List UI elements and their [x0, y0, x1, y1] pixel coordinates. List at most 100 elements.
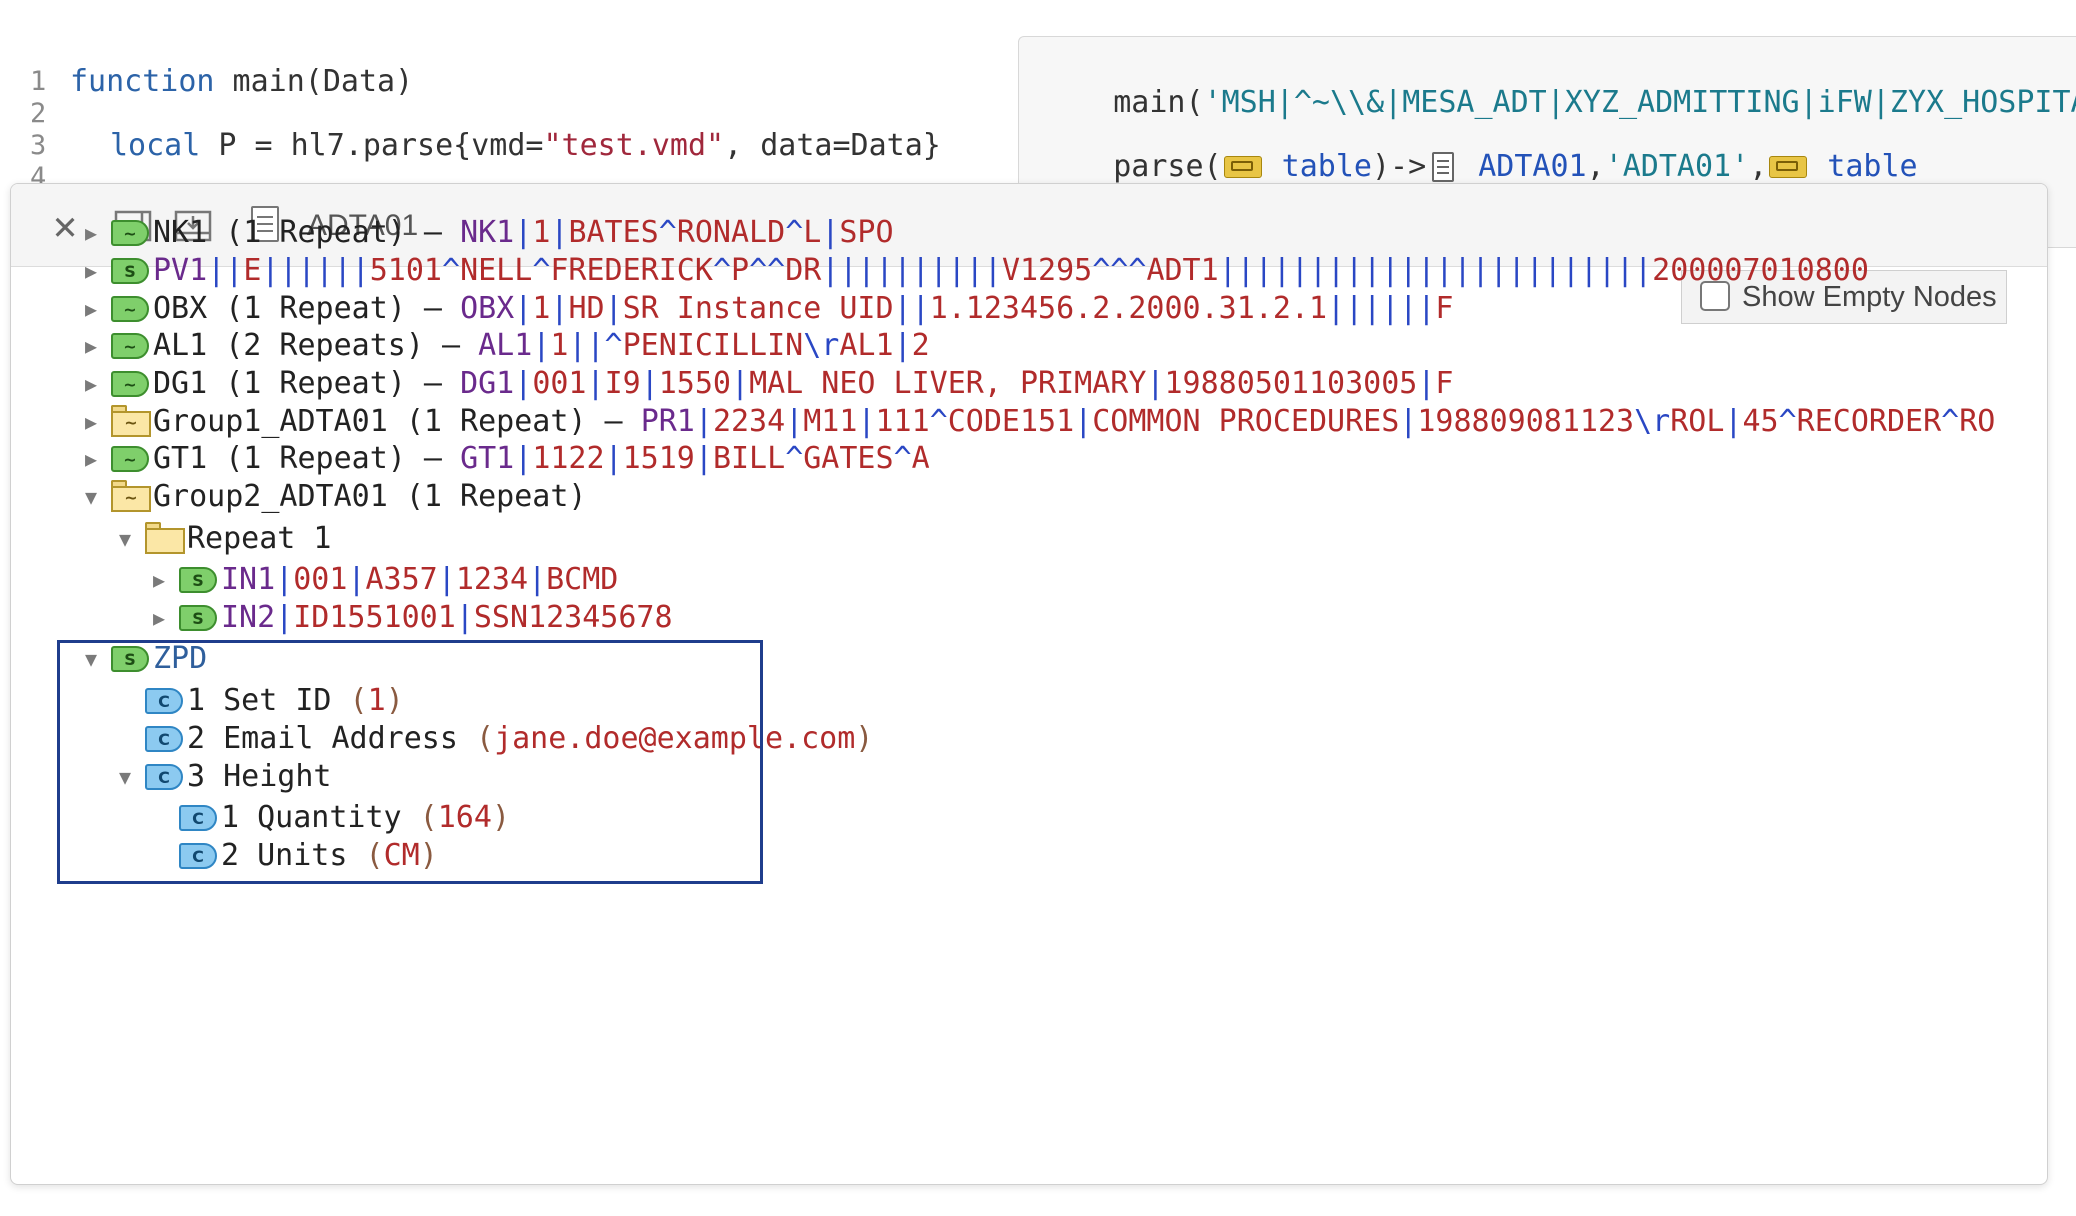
delimiter: |: [514, 291, 533, 326]
code-text: main(Data): [214, 64, 414, 99]
folder-body: ~: [111, 486, 151, 512]
delimiter: ^: [1941, 404, 1960, 439]
field-value: L: [803, 215, 822, 250]
node-name: NK1: [153, 215, 208, 250]
expand-arrow-icon[interactable]: ▶: [149, 595, 169, 641]
delimiter: |: [893, 328, 912, 363]
delimiter: |: [857, 404, 876, 439]
collapse-arrow-icon[interactable]: ▼: [81, 474, 101, 520]
segment-id: IN2: [221, 600, 276, 635]
delimiter: |: [604, 441, 623, 476]
delimiter: ^: [658, 215, 677, 250]
code-string: "test.vmd": [543, 128, 725, 163]
node-name: AL1: [153, 328, 208, 363]
field-value: 1234: [455, 562, 529, 597]
field-value: 1122: [532, 441, 605, 476]
field-value: 2234: [712, 404, 786, 439]
repeat-segment-icon: ~: [111, 333, 149, 359]
segment-id: NK1: [460, 215, 515, 250]
repeat-segment-icon: ~: [111, 446, 149, 472]
field-value: RONALD: [676, 215, 786, 250]
node-name: Group1_ADTA01: [153, 404, 388, 439]
field-value: A357: [365, 562, 438, 597]
field-value: FREDERICK: [550, 253, 713, 288]
field-value: PENICILLIN: [622, 328, 804, 363]
annotation-func: parse(: [1113, 149, 1222, 184]
field-value: 1: [532, 291, 551, 326]
delimiter: |: [514, 366, 533, 401]
field-value: F: [1435, 291, 1454, 326]
field-value: GATES: [803, 441, 894, 476]
segment-id: PR1: [640, 404, 695, 439]
field-value: 2: [911, 328, 930, 363]
segment-id: IN1: [221, 562, 276, 597]
annotation-adta-link[interactable]: ADTA01: [1460, 149, 1586, 184]
document-icon: [1432, 152, 1455, 182]
annotation-table-link[interactable]: table: [1809, 149, 1917, 184]
tree-row-in2[interactable]: ▶ S IN2|ID1551001|SSN12345678: [11, 595, 2047, 641]
delimiter: ^^: [749, 253, 786, 288]
delimiter: ^: [785, 441, 804, 476]
delimiter: ^: [442, 253, 461, 288]
tree-row-text: IN2|ID1551001|SSN12345678: [221, 595, 673, 641]
field-value: 1519: [622, 441, 695, 476]
repeat-segment-icon: ~: [111, 371, 149, 397]
field-value: RECORDER: [1796, 404, 1942, 439]
repeat-count: (1 Repeat) –: [207, 366, 461, 401]
delimiter: \r: [1634, 404, 1671, 439]
annotation-line-main[interactable]: main('MSH|^~\\&|MESA_ADT|XYZ_ADMITTING|i…: [1041, 43, 2076, 120]
tree-row-repeat-1[interactable]: ▼ Repeat 1: [11, 516, 2047, 562]
delimiter: |: [528, 562, 547, 597]
node-name: Repeat 1: [187, 521, 332, 556]
delimiter: \r: [803, 328, 840, 363]
delimiter: |: [347, 562, 366, 597]
collapse-arrow-icon[interactable]: ▼: [115, 516, 135, 562]
field-value: 45: [1742, 404, 1779, 439]
repeat-segment-icon: ~: [111, 296, 149, 322]
delimiter: |: [604, 291, 623, 326]
delimiter: |: [1074, 404, 1093, 439]
code-text: P = hl7.parse{vmd=: [200, 128, 544, 163]
field-value: BCMD: [546, 562, 619, 597]
segment-id: DG1: [460, 366, 515, 401]
field-value: ID1551001: [293, 600, 456, 635]
field-value: 19880501103005: [1164, 366, 1418, 401]
repeat-count: (1 Repeat) –: [207, 215, 461, 250]
tree-row-group2-adta01[interactable]: ▼ ~ Group2_ADTA01 (1 Repeat): [11, 474, 2047, 520]
field-value: E: [243, 253, 262, 288]
field-value: 1.123456.2.2000.31.2.1: [929, 291, 1328, 326]
repeat-count: (1 Repeat): [387, 479, 587, 514]
folder-icon: [145, 522, 185, 554]
field-value: COMMON PROCEDURES: [1092, 404, 1400, 439]
delimiter: |: [550, 291, 569, 326]
field-value: AL1: [839, 328, 894, 363]
delimiter: |: [785, 404, 804, 439]
code-text: , data=Data}: [724, 128, 941, 163]
field-value: CODE151: [947, 404, 1075, 439]
repeat-count: (1 Repeat) –: [207, 441, 461, 476]
tree-row-text: Group2_ADTA01 (1 Repeat): [153, 474, 587, 520]
field-value: F: [1435, 366, 1454, 401]
delimiter: |: [694, 441, 713, 476]
delimiter: ^: [785, 215, 804, 250]
field-value: 1550: [658, 366, 731, 401]
delimiter: |: [1146, 366, 1165, 401]
delimiter: |: [275, 562, 294, 597]
folder-group-icon: ~: [111, 405, 151, 437]
field-value: NELL: [460, 253, 533, 288]
annotation-line-parse[interactable]: parse( table)-> ADTA01,'ADTA01', table: [1041, 107, 1917, 184]
field-value: HD: [568, 291, 605, 326]
delimiter: |: [514, 441, 533, 476]
field-value: 200007010800: [1652, 253, 1869, 288]
delimiter: |: [1399, 404, 1418, 439]
code-line-4: 4: [0, 118, 72, 193]
field-value: DR: [785, 253, 822, 288]
repeat-count: (1 Repeat) –: [387, 404, 641, 439]
folder-body: [145, 528, 185, 554]
field-value: 1: [532, 215, 551, 250]
field-value: SSN12345678: [473, 600, 673, 635]
annotation-table-link[interactable]: table: [1264, 149, 1372, 184]
delimiter: ||: [893, 291, 930, 326]
delimiter: ||: [207, 253, 244, 288]
annotation-arrow: )->: [1372, 149, 1427, 184]
